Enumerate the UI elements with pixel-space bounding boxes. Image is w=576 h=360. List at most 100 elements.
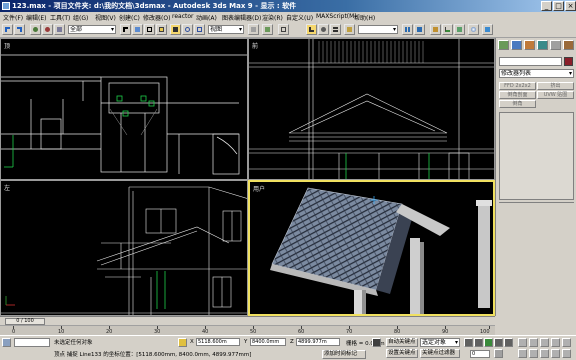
angle-snap-icon[interactable] <box>306 24 317 35</box>
minimize-button[interactable]: _ <box>541 1 552 11</box>
menu-create[interactable]: 创建(C) <box>119 13 140 22</box>
menu-views[interactable]: 视图(V) <box>95 13 116 22</box>
z-coordinate-field[interactable]: 4899.977m <box>296 338 340 346</box>
viewport-label[interactable]: 左 <box>4 183 10 192</box>
bevel-button[interactable]: 倒角 <box>499 100 536 108</box>
mirror-icon[interactable] <box>402 24 413 35</box>
app-icon[interactable] <box>2 2 10 10</box>
key-filters-button[interactable]: 关键点过滤器 <box>420 349 460 358</box>
display-icon[interactable] <box>550 40 561 50</box>
modifier-list-dropdown[interactable]: 修改器列表 <box>499 69 574 78</box>
hierarchy-icon[interactable] <box>524 40 535 50</box>
select-icon[interactable] <box>120 24 131 35</box>
uvw-map-button[interactable]: UVW 贴图 <box>537 91 574 99</box>
select-manipulate-icon[interactable] <box>262 24 273 35</box>
set-key-icon[interactable] <box>372 338 381 347</box>
selection-filter-dropdown[interactable]: 全部 <box>68 25 116 34</box>
menu-modifiers[interactable]: 修改器(O) <box>143 13 170 22</box>
menu-graph-editors[interactable]: 图表编辑器(D) <box>222 13 261 22</box>
menu-reactor[interactable]: reactor <box>172 13 194 20</box>
unlink-icon[interactable] <box>42 24 53 35</box>
spinner-snap-icon[interactable] <box>330 24 341 35</box>
motion-icon[interactable] <box>537 40 548 50</box>
bind-spacewarp-icon[interactable] <box>54 24 65 35</box>
modifier-stack[interactable] <box>499 112 574 200</box>
object-name-field[interactable] <box>499 57 562 66</box>
named-selection-icon[interactable] <box>344 24 355 35</box>
next-frame-icon[interactable] <box>494 338 503 347</box>
previous-frame-icon[interactable] <box>474 338 483 347</box>
rotate-icon[interactable] <box>182 24 193 35</box>
menu-help[interactable]: 帮助(H) <box>354 13 375 22</box>
menu-rendering[interactable]: 渲染(R) <box>262 13 283 22</box>
auto-key-button[interactable]: 自动关键点 <box>386 338 418 347</box>
bevel-profile-button[interactable]: 倒角剖面 <box>499 91 536 99</box>
zoom-extents-icon[interactable] <box>540 338 549 347</box>
scale-icon[interactable] <box>194 24 205 35</box>
x-coordinate-field[interactable]: 5118.600m <box>196 338 240 346</box>
add-time-tag-button[interactable]: 添加时间标记 <box>322 350 366 359</box>
modify-icon[interactable] <box>511 40 522 50</box>
align-icon[interactable] <box>414 24 425 35</box>
snap-icon[interactable] <box>278 24 289 35</box>
set-key-button[interactable]: 设置关键点 <box>386 349 418 358</box>
zoom-all-icon[interactable] <box>529 338 538 347</box>
schematic-icon[interactable] <box>454 24 465 35</box>
orbit-icon[interactable] <box>540 349 549 358</box>
close-button[interactable]: × <box>565 1 576 11</box>
zoom-extents-all-icon[interactable] <box>551 338 560 347</box>
menu-group[interactable]: 组(G) <box>73 13 88 22</box>
time-slider[interactable]: 0 / 100 <box>0 316 495 325</box>
create-icon[interactable] <box>498 40 509 50</box>
arc-rotate-icon[interactable] <box>529 349 538 358</box>
walk-through-icon[interactable] <box>551 349 560 358</box>
viewport-perspective[interactable]: 用户 <box>248 180 495 316</box>
viewport-label[interactable]: 顶 <box>4 41 10 50</box>
ffd-button[interactable]: FFD 2x2x2 <box>499 82 536 90</box>
menu-edit[interactable]: 编辑(E) <box>26 13 46 22</box>
menu-animation[interactable]: 动画(A) <box>196 13 217 22</box>
maximize-button[interactable]: □ <box>553 1 564 11</box>
pivot-icon[interactable] <box>248 24 259 35</box>
go-to-start-icon[interactable] <box>464 338 473 347</box>
menu-tools[interactable]: 工具(T) <box>50 13 70 22</box>
window-crossing-icon[interactable] <box>156 24 167 35</box>
object-color-swatch[interactable] <box>564 57 573 66</box>
rect-select-icon[interactable] <box>144 24 155 35</box>
current-frame-field[interactable]: 0 <box>470 350 490 358</box>
menu-file[interactable]: 文件(F) <box>3 13 23 22</box>
layer-icon[interactable] <box>430 24 441 35</box>
go-to-end-icon[interactable] <box>504 338 513 347</box>
y-coordinate-field[interactable]: 8400.0mm <box>250 338 286 346</box>
named-selection-sets-dropdown[interactable] <box>358 25 398 34</box>
redo-icon[interactable] <box>14 24 25 35</box>
maxscript-listener-icon[interactable] <box>2 338 11 347</box>
utilities-icon[interactable] <box>563 40 574 50</box>
viewport-front[interactable]: 前 <box>248 38 495 180</box>
menu-customize[interactable]: 自定义(U) <box>286 13 313 22</box>
play-icon[interactable] <box>484 338 493 347</box>
maxscript-mini-listener[interactable] <box>14 338 50 347</box>
link-icon[interactable] <box>30 24 41 35</box>
reference-coord-dropdown[interactable]: 视图 <box>208 25 244 34</box>
material-editor-icon[interactable] <box>468 24 479 35</box>
extrude-button[interactable]: 挤出 <box>537 82 574 90</box>
menu-maxscript[interactable]: MAXScript(M) <box>316 13 357 20</box>
fov-icon[interactable] <box>562 338 571 347</box>
move-icon[interactable] <box>170 24 181 35</box>
pan-icon[interactable] <box>518 349 527 358</box>
viewport-label[interactable]: 前 <box>252 41 258 50</box>
render-scene-icon[interactable] <box>482 24 493 35</box>
time-config-icon[interactable] <box>494 349 503 358</box>
viewport-top[interactable]: 顶 <box>0 38 248 180</box>
maximize-viewport-icon[interactable] <box>562 349 571 358</box>
viewport-label[interactable]: 用户 <box>253 184 265 193</box>
undo-icon[interactable] <box>2 24 13 35</box>
trackbar[interactable]: 0 10 20 30 40 50 60 70 80 90 100 <box>0 325 495 335</box>
zoom-icon[interactable] <box>518 338 527 347</box>
lock-icon[interactable] <box>178 338 187 347</box>
viewport-left[interactable]: 左 <box>0 180 248 316</box>
selected-dropdown[interactable]: 选定对象 <box>420 338 460 347</box>
select-by-name-icon[interactable] <box>132 24 143 35</box>
curve-editor-icon[interactable] <box>442 24 453 35</box>
